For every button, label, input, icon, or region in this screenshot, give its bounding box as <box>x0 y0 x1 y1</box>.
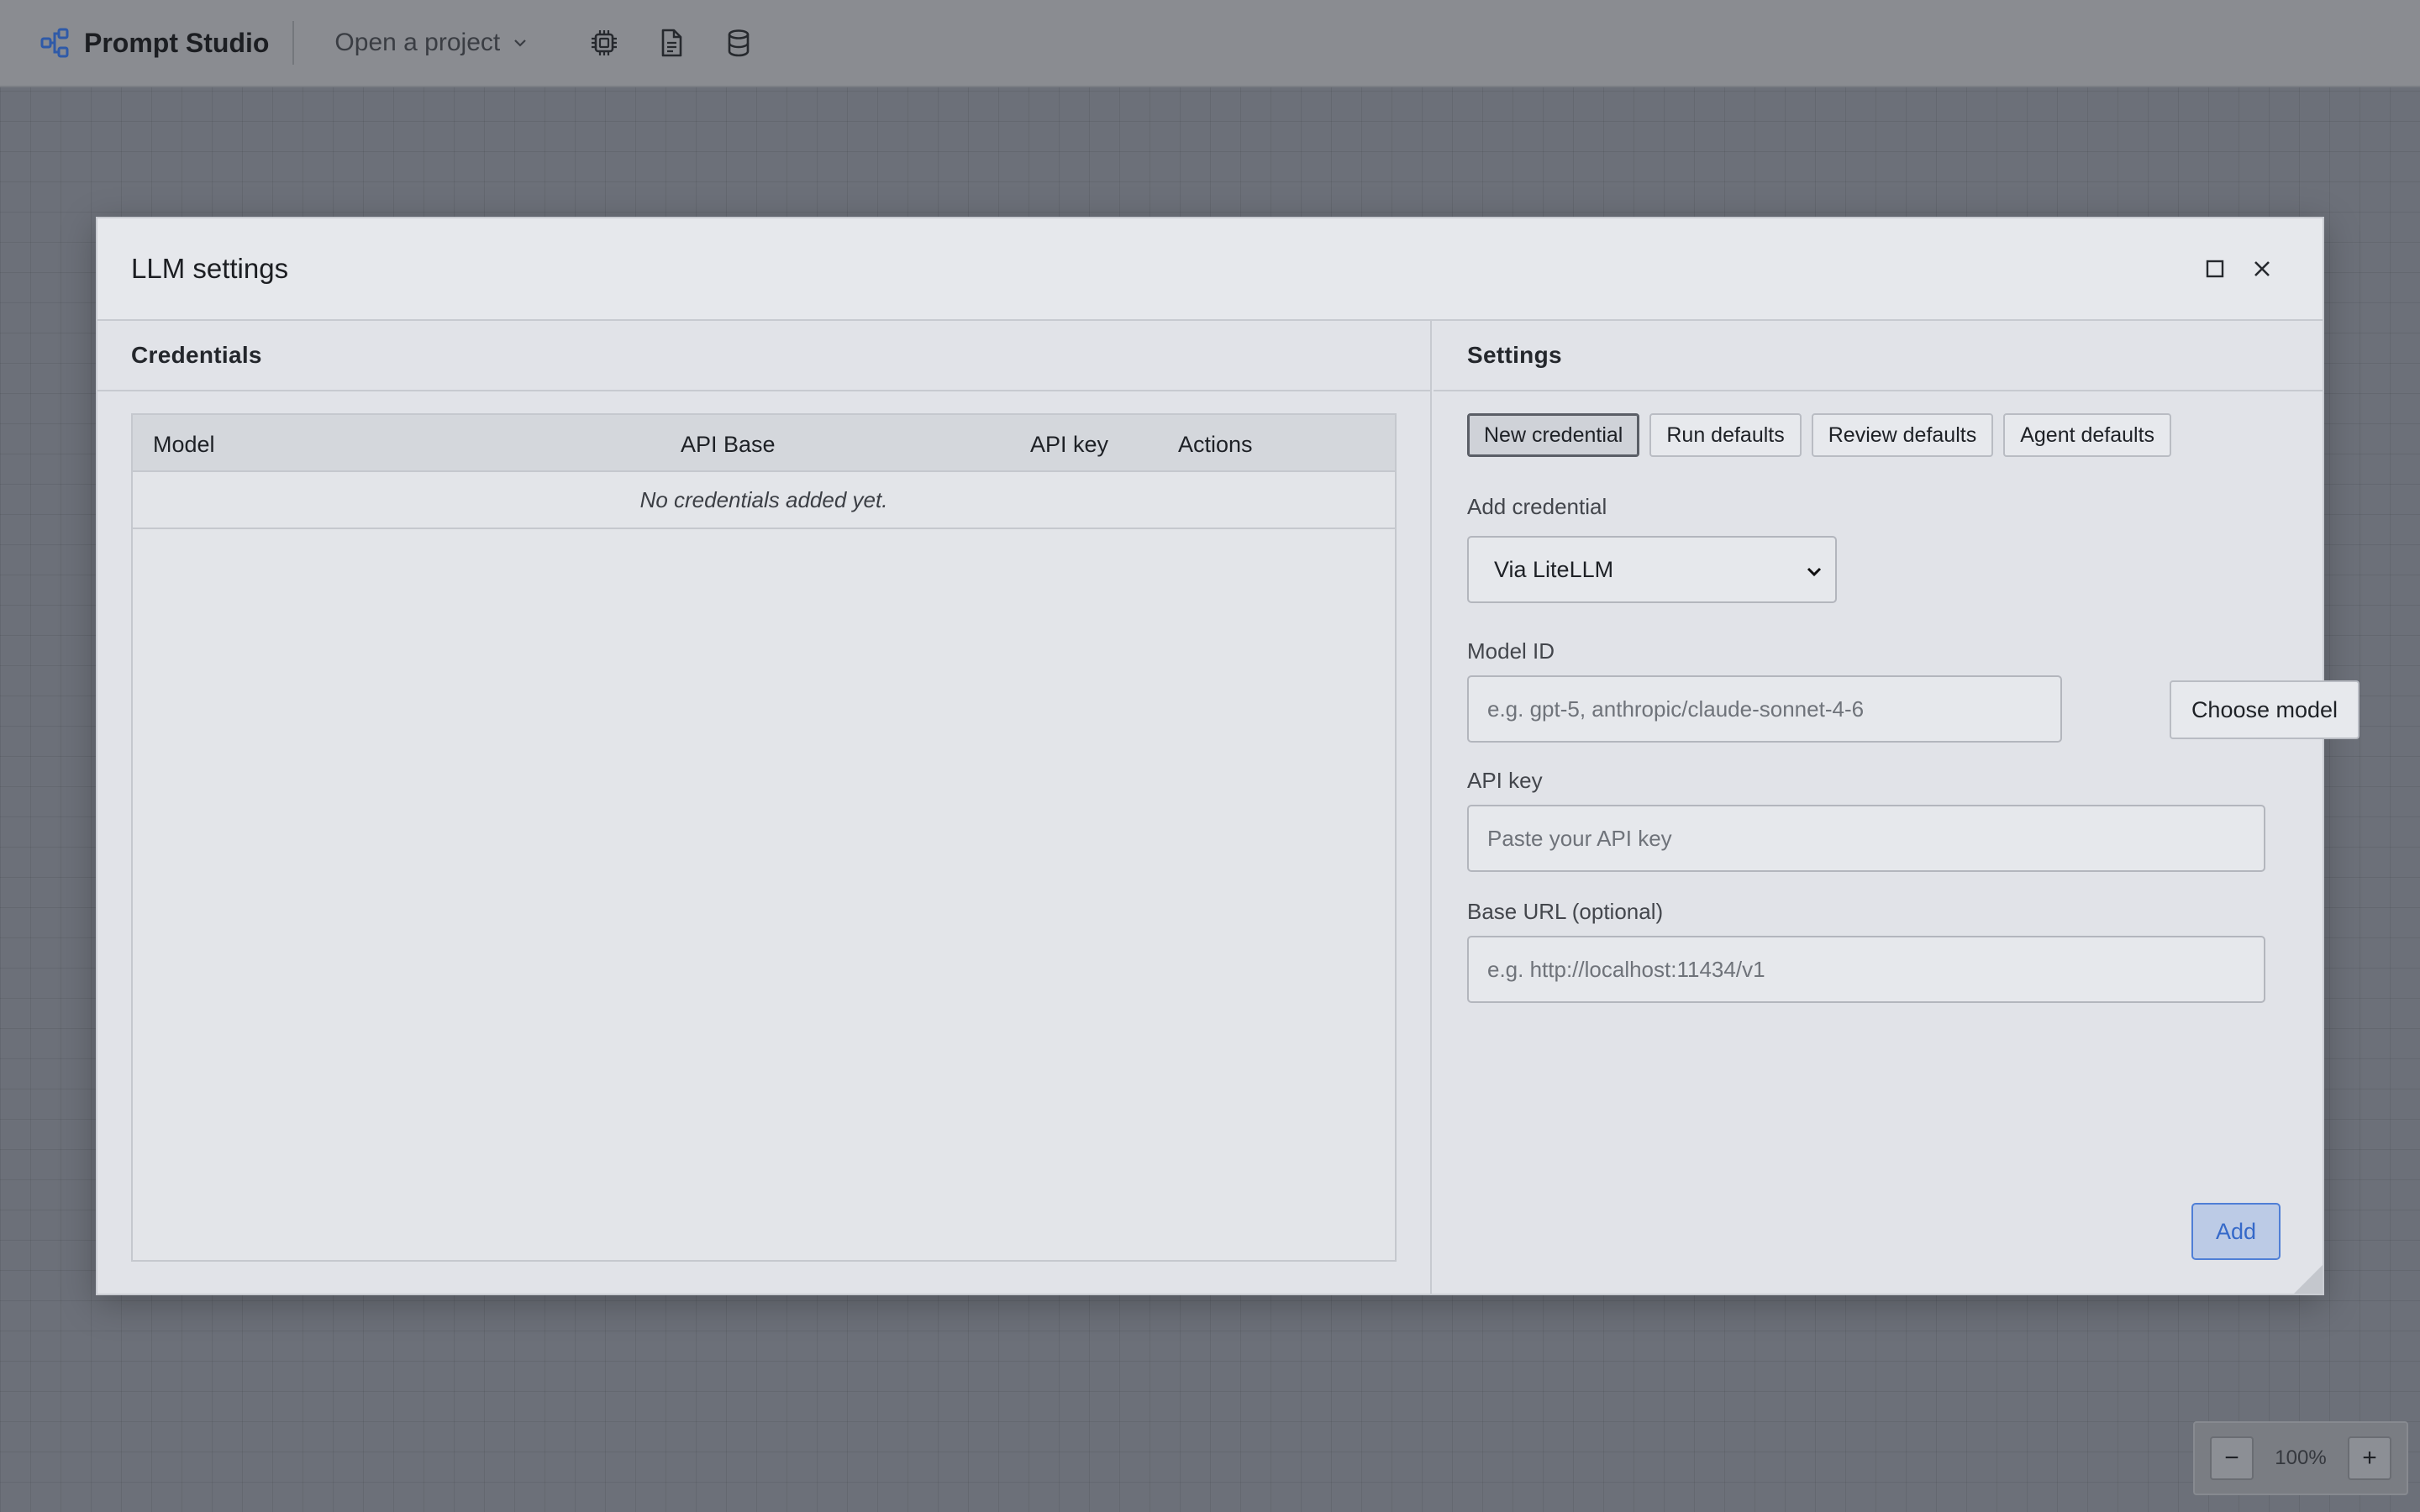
documents-button[interactable] <box>648 19 695 66</box>
settings-tabs: New credential Run defaults Review defau… <box>1467 413 2181 457</box>
brand: Prompt Studio <box>39 0 269 87</box>
tab-review-defaults[interactable]: Review defaults <box>1811 413 1994 457</box>
settings-pane: Settings New credential Run defaults Rev… <box>1434 321 2360 1294</box>
add-credential-label: Add credential <box>1467 494 1607 519</box>
choose-model-button[interactable]: Choose model <box>2170 680 2360 739</box>
dialog-header: LLM settings <box>97 218 2323 321</box>
close-button[interactable] <box>2245 252 2279 286</box>
add-credential-selected-value: Via LiteLLM <box>1494 556 1614 582</box>
maximize-button[interactable] <box>2198 252 2232 286</box>
empty-table-message: No credentials added yet. <box>133 472 1395 529</box>
llm-settings-button[interactable] <box>581 19 628 66</box>
open-project-dropdown[interactable]: Open a project <box>334 29 529 57</box>
chip-icon <box>592 30 618 55</box>
zoom-control: − 100% + <box>2193 1421 2408 1495</box>
zoom-level: 100% <box>2275 1446 2327 1469</box>
close-icon <box>2254 261 2270 276</box>
table-header-row: Model API Base API key Actions <box>133 415 1395 472</box>
toolbar-divider <box>292 21 295 65</box>
column-header-model: Model <box>153 432 215 457</box>
dialog-window-controls <box>2185 252 2279 286</box>
open-project-label: Open a project <box>334 29 501 56</box>
chevron-down-icon <box>1807 567 1822 577</box>
credentials-heading: Credentials <box>97 321 1430 391</box>
tab-run-defaults[interactable]: Run defaults <box>1649 413 1802 457</box>
model-id-label: Model ID <box>1467 638 1555 664</box>
tab-agent-defaults[interactable]: Agent defaults <box>2003 413 2172 457</box>
settings-heading: Settings <box>1434 321 2323 391</box>
credentials-pane: Credentials Model API Base API key Actio… <box>97 321 1432 1294</box>
resize-handle-icon[interactable] <box>2294 1265 2323 1294</box>
api-key-input[interactable]: Paste your API key <box>1467 805 2265 872</box>
credentials-table: Model API Base API key Actions No creden… <box>131 413 1397 1262</box>
chevron-down-icon <box>514 39 526 47</box>
column-header-api-key: API key <box>1030 432 1109 457</box>
zoom-out-button[interactable]: − <box>2210 1436 2254 1480</box>
column-header-actions: Actions <box>1178 432 1253 457</box>
add-credential-select[interactable]: Via LiteLLM <box>1467 536 1837 603</box>
database-icon <box>728 29 750 57</box>
database-button[interactable] <box>715 19 762 66</box>
zoom-in-button[interactable]: + <box>2347 1436 2391 1480</box>
column-header-api-base: API Base <box>681 432 776 457</box>
model-id-input[interactable]: e.g. gpt-5, anthropic/claude-sonnet-4-6 <box>1467 675 2062 743</box>
workflow-logo-icon <box>40 28 69 58</box>
dialog-title: LLM settings <box>131 253 289 284</box>
toolbar-icons <box>581 19 782 66</box>
top-bar: Prompt Studio Open a project <box>0 0 2420 87</box>
document-icon <box>661 29 682 57</box>
tab-new-credential[interactable]: New credential <box>1467 413 1640 457</box>
app-title: Prompt Studio <box>84 27 270 58</box>
llm-settings-dialog: LLM settings Credentials Model API Base … <box>96 217 2360 1295</box>
base-url-input[interactable]: e.g. http://localhost:11434/v1 <box>1467 936 2265 1003</box>
add-button[interactable]: Add <box>2191 1203 2281 1260</box>
api-key-label: API key <box>1467 768 1543 793</box>
maximize-icon <box>2206 260 2224 278</box>
base-url-label: Base URL (optional) <box>1467 899 1664 924</box>
